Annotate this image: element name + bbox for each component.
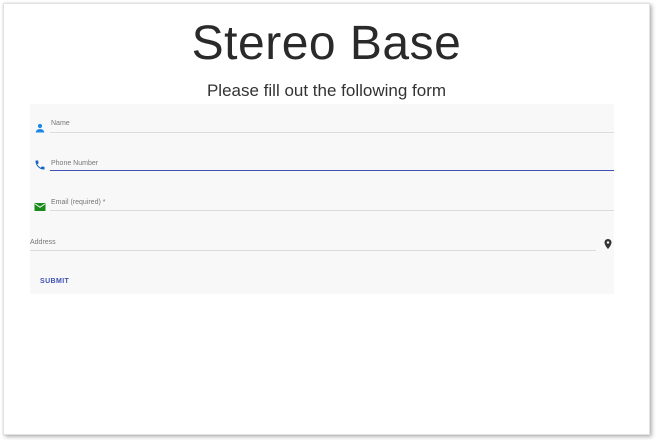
phone-number-field[interactable]: Phone Number <box>30 156 614 182</box>
phone-number-field-underline <box>50 170 614 171</box>
email-field-underline <box>50 210 614 211</box>
person-icon <box>34 121 46 133</box>
phone-icon <box>34 158 46 170</box>
name-field-underline <box>50 132 614 133</box>
contact-form: Name Phone Number Email (required) * Add… <box>30 104 614 294</box>
phone-number-field-label: Phone Number <box>51 160 99 167</box>
submit-button[interactable]: SUBMIT <box>40 277 69 286</box>
address-field[interactable]: Address <box>30 236 614 262</box>
email-icon <box>34 200 46 212</box>
name-field[interactable]: Name <box>30 116 614 142</box>
email-field[interactable]: Email (required) * <box>30 196 614 222</box>
address-field-underline <box>30 250 596 251</box>
browser-window: Stereo Base Please fill out the followin… <box>3 3 650 435</box>
address-field-label: Address <box>30 239 56 246</box>
name-field-label: Name <box>51 120 70 127</box>
page-title: Stereo Base <box>191 17 462 70</box>
email-field-label: Email (required) * <box>51 199 106 206</box>
page-subtitle: Please fill out the following form <box>206 81 447 100</box>
location-pin-icon[interactable] <box>602 237 614 249</box>
